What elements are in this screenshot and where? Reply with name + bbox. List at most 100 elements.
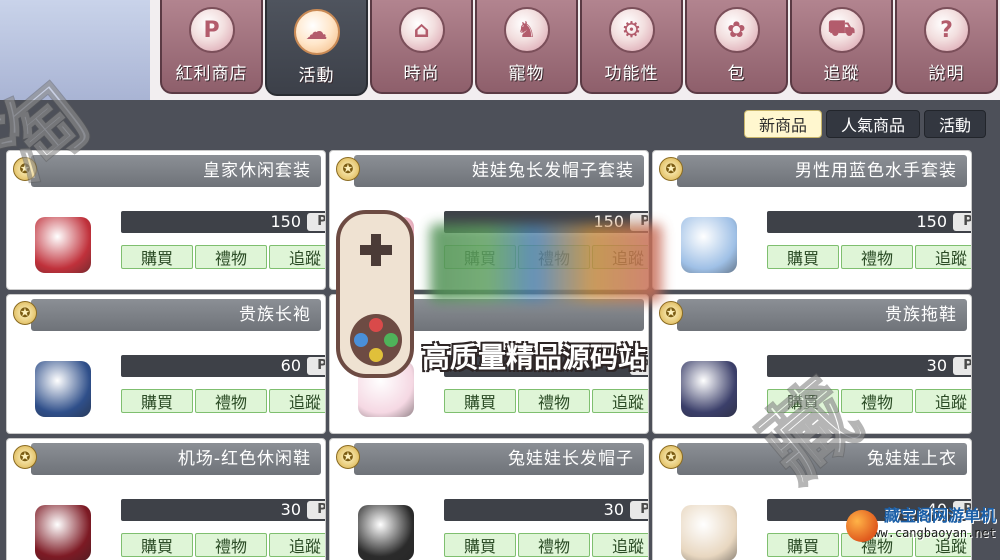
dpad-icon bbox=[360, 234, 392, 266]
track-button[interactable]: 追蹤 bbox=[592, 389, 648, 413]
gift-button[interactable]: 禮物 bbox=[841, 245, 913, 269]
item-badge-icon: ✪ bbox=[659, 445, 683, 469]
pet-icon: ♞ bbox=[503, 7, 550, 53]
item-actions: 購買 禮物 追蹤 bbox=[121, 389, 325, 413]
tab-label: 活動 bbox=[298, 66, 335, 86]
currency-icon: P bbox=[630, 501, 648, 519]
blurred-region bbox=[430, 224, 662, 302]
track-button[interactable]: 追蹤 bbox=[269, 245, 325, 269]
price-value: 60 bbox=[280, 356, 301, 375]
window-frame-left bbox=[0, 0, 160, 100]
currency-icon: P bbox=[307, 501, 325, 519]
hanger-icon: ⌂ bbox=[398, 7, 445, 53]
buy-button[interactable]: 購買 bbox=[767, 245, 839, 269]
item-name: 兔娃娃上衣 bbox=[677, 443, 967, 475]
item-sprite-icon bbox=[35, 505, 91, 560]
item-sprite-icon bbox=[681, 505, 737, 560]
price-value: 150 bbox=[916, 212, 947, 231]
item-actions: 購買 禮物 追蹤 bbox=[121, 245, 325, 269]
tab-2[interactable]: ⌂ 時尚 bbox=[370, 0, 473, 94]
tab-label: 寵物 bbox=[508, 64, 545, 84]
item-badge-icon: ✪ bbox=[336, 157, 360, 181]
gift-button[interactable]: 禮物 bbox=[518, 389, 590, 413]
item-card: 兔娃娃长发帽子 ✪ 30 P 購買 禮物 追蹤 bbox=[329, 438, 649, 560]
subtab-0[interactable]: 新商品 bbox=[743, 110, 822, 138]
track-button[interactable]: 追蹤 bbox=[269, 533, 325, 557]
item-name: 娃娃兔长发帽子套装 bbox=[354, 155, 644, 187]
tab-5[interactable]: ✿ 包 bbox=[685, 0, 788, 94]
tab-label: 說明 bbox=[928, 64, 965, 84]
tab-1[interactable]: ☁ 活動 bbox=[265, 0, 368, 96]
currency-icon: P bbox=[307, 357, 325, 375]
item-card: 贵族拖鞋 ✪ 30 P 購買 禮物 追蹤 bbox=[652, 294, 972, 434]
buy-button[interactable]: 購買 bbox=[444, 389, 516, 413]
tab-label: 紅利商店 bbox=[175, 64, 248, 84]
watermark-overlay: 高质量精品源码站 bbox=[336, 210, 676, 380]
item-card: 机场-红色休闲鞋 ✪ 30 P 購買 禮物 追蹤 bbox=[6, 438, 326, 560]
gift-button[interactable]: 禮物 bbox=[195, 389, 267, 413]
buy-button[interactable]: 購買 bbox=[444, 533, 516, 557]
price-value: 30 bbox=[280, 500, 301, 519]
tab-4[interactable]: ⚙ 功能性 bbox=[580, 0, 683, 94]
tab-0[interactable]: P 紅利商店 bbox=[160, 0, 263, 94]
subtab-1[interactable]: 人氣商品 bbox=[825, 110, 920, 138]
item-card: 贵族长袍 ✪ 60 P 購買 禮物 追蹤 bbox=[6, 294, 326, 434]
gift-button[interactable]: 禮物 bbox=[841, 389, 913, 413]
item-sprite-icon bbox=[358, 505, 414, 560]
price-value: 30 bbox=[926, 356, 947, 375]
buy-button[interactable]: 購買 bbox=[121, 245, 193, 269]
tab-3[interactable]: ♞ 寵物 bbox=[475, 0, 578, 94]
price-value: 30 bbox=[603, 500, 624, 519]
item-price: 30 P bbox=[121, 499, 325, 521]
buy-button[interactable]: 購買 bbox=[767, 389, 839, 413]
item-price: 150 P bbox=[121, 211, 325, 233]
item-badge-icon: ✪ bbox=[336, 445, 360, 469]
sub-tabs: 新商品 人氣商品 活動 bbox=[743, 110, 986, 138]
gamepad-buttons-icon bbox=[350, 314, 402, 366]
subtab-2[interactable]: 活動 bbox=[923, 110, 986, 138]
bow-icon: ✿ bbox=[713, 7, 760, 53]
item-name: 贵族长袍 bbox=[31, 299, 321, 331]
item-price: 60 P bbox=[121, 355, 325, 377]
item-image[interactable] bbox=[21, 351, 105, 427]
item-sprite-icon bbox=[681, 361, 737, 417]
gamepad-logo-icon bbox=[336, 210, 414, 378]
buy-button[interactable]: 購買 bbox=[121, 389, 193, 413]
track-button[interactable]: 追蹤 bbox=[915, 245, 971, 269]
item-sprite-icon bbox=[35, 361, 91, 417]
item-actions: 購買 禮物 追蹤 bbox=[444, 389, 648, 413]
lightbulb-icon: ? bbox=[923, 7, 970, 53]
currency-icon: P bbox=[307, 213, 325, 231]
track-button[interactable]: 追蹤 bbox=[269, 389, 325, 413]
price-value: 150 bbox=[270, 212, 301, 231]
item-price: 30 P bbox=[767, 355, 971, 377]
buy-button[interactable]: 購買 bbox=[767, 533, 839, 557]
gift-button[interactable]: 禮物 bbox=[195, 245, 267, 269]
item-image[interactable] bbox=[667, 207, 751, 283]
track-button[interactable]: 追蹤 bbox=[592, 533, 648, 557]
item-name: 贵族拖鞋 bbox=[677, 299, 967, 331]
tab-label: 功能性 bbox=[604, 64, 659, 84]
item-name: 皇家休闲套装 bbox=[31, 155, 321, 187]
item-image[interactable] bbox=[344, 495, 428, 560]
gift-button[interactable]: 禮物 bbox=[195, 533, 267, 557]
item-image[interactable] bbox=[21, 207, 105, 283]
item-image[interactable] bbox=[21, 495, 105, 560]
buy-button[interactable]: 購買 bbox=[121, 533, 193, 557]
tab-7[interactable]: ? 說明 bbox=[895, 0, 998, 94]
p-coin-icon: P bbox=[188, 7, 235, 53]
item-actions: 購買 禮物 追蹤 bbox=[767, 389, 971, 413]
tab-6[interactable]: ⛟ 追蹤 bbox=[790, 0, 893, 94]
currency-icon: P bbox=[953, 213, 971, 231]
tab-label: 時尚 bbox=[403, 64, 440, 84]
item-actions: 購買 禮物 追蹤 bbox=[767, 245, 971, 269]
item-actions: 購買 禮物 追蹤 bbox=[121, 533, 325, 557]
gift-button[interactable]: 禮物 bbox=[518, 533, 590, 557]
item-sprite-icon bbox=[35, 217, 91, 273]
track-button[interactable]: 追蹤 bbox=[915, 389, 971, 413]
item-badge-icon: ✪ bbox=[13, 445, 37, 469]
item-card: 皇家休闲套装 ✪ 150 P 購買 禮物 追蹤 bbox=[6, 150, 326, 290]
item-actions: 購買 禮物 追蹤 bbox=[444, 533, 648, 557]
item-sprite-icon bbox=[681, 217, 737, 273]
item-image[interactable] bbox=[667, 495, 751, 560]
